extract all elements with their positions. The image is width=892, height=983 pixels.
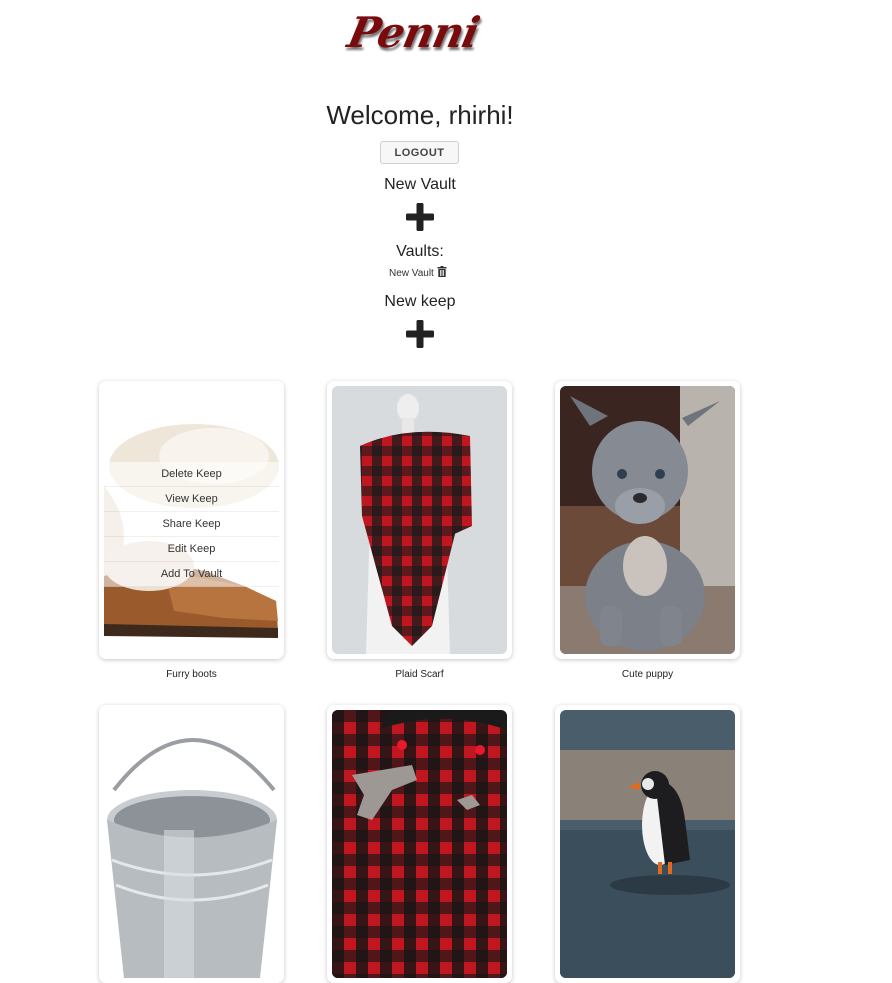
keep-image[interactable] — [332, 386, 507, 654]
keep-image[interactable]: Delete Keep View Keep Share Keep Edit Ke… — [104, 386, 279, 654]
view-keep-button[interactable]: View Keep — [104, 487, 279, 512]
vault-item-label[interactable]: New Vault — [389, 268, 434, 279]
keep-card[interactable] — [327, 705, 512, 983]
new-keep-label: New keep — [384, 293, 456, 310]
keep-image[interactable] — [560, 386, 735, 654]
keep-image[interactable] — [560, 710, 735, 978]
vault-item[interactable]: New Vault — [389, 266, 447, 280]
share-keep-button[interactable]: Share Keep — [104, 512, 279, 537]
welcome-heading: Welcome, rhirhi! — [326, 100, 514, 130]
trash-icon[interactable] — [437, 266, 447, 280]
delete-keep-button[interactable]: Delete Keep — [104, 462, 279, 487]
edit-keep-button[interactable]: Edit Keep — [104, 537, 279, 562]
keep-caption: Cute puppy — [621, 669, 674, 680]
keep-card[interactable] — [99, 705, 284, 983]
keep-card[interactable] — [555, 705, 740, 983]
add-keep-plus-icon[interactable] — [405, 319, 435, 349]
keep-card[interactable] — [327, 381, 512, 659]
keep-image[interactable] — [104, 710, 279, 978]
add-vault-plus-icon[interactable] — [405, 202, 435, 232]
vaults-heading: Vaults: — [396, 243, 444, 260]
logout-button[interactable]: LOGOUT — [380, 141, 459, 164]
penni-logo: Penni — [343, 8, 484, 57]
add-to-vault-button[interactable]: Add To Vault — [104, 562, 279, 587]
new-vault-label: New Vault — [384, 176, 456, 193]
keep-caption: Plaid Scarf — [395, 669, 444, 680]
keep-action-menu: Delete Keep View Keep Share Keep Edit Ke… — [104, 462, 279, 587]
keep-caption: Furry boots — [166, 669, 217, 680]
keep-card[interactable] — [555, 381, 740, 659]
keep-card[interactable]: Delete Keep View Keep Share Keep Edit Ke… — [99, 381, 284, 659]
keep-image[interactable] — [332, 710, 507, 978]
